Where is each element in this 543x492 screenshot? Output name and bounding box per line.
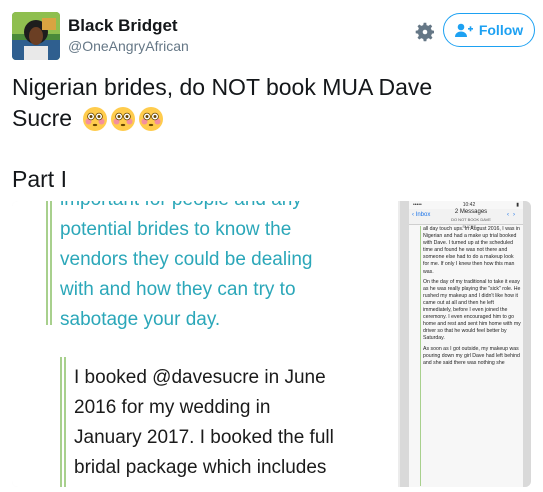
clock-label: 10:42 (462, 202, 476, 208)
media-image-left[interactable]: important for people and any potential b… (12, 201, 398, 487)
emoji-group (82, 106, 164, 132)
quote-line: January 2017. I booked the full (74, 427, 334, 448)
inbox-back-button: ‹ Inbox (412, 212, 431, 218)
email-paragraph: As soon as I got outside, my makeup was … (423, 345, 520, 366)
quote-bar (60, 357, 62, 487)
quote-line: vendors they could be dealing (60, 249, 313, 270)
quote-line: bridal package which includes (74, 457, 327, 478)
nav-arrows-icon: ‹› (507, 212, 519, 218)
tweet-line-1: Nigerian brides, do NOT book MUA Dave (12, 74, 433, 100)
quote-bar (420, 226, 421, 486)
quote-line: I booked @davesucre in June (74, 367, 326, 388)
quote-block-dark: I booked @davesucre in June 2016 for my … (74, 363, 394, 483)
avatar[interactable] (12, 12, 60, 60)
quote-bar (50, 201, 52, 325)
user-handle[interactable]: @OneAngryAfrican (68, 38, 189, 54)
tweet-line-2: Sucre (12, 103, 531, 134)
status-bar: ••••• 10:42 ▮ (409, 202, 523, 208)
quote-line: potential brides to know the (60, 219, 292, 240)
quote-line: with and how they can try to (60, 279, 296, 300)
display-name[interactable]: Black Bridget (68, 16, 178, 36)
mail-nav-bar: ‹ Inbox 2 Messages DO NOT BOOK DAVE SUCR… (409, 209, 523, 229)
email-paragraph: On the day of my traditional to take it … (423, 278, 521, 342)
tweet-header: Black Bridget @OneAngryAfrican Follow (12, 12, 535, 64)
email-paragraph: all day touch ups. In August 2016, I was… (423, 226, 520, 275)
media-grid: important for people and any potential b… (12, 201, 531, 487)
quote-line: sabotage your day. (60, 309, 221, 330)
carrier-label: ••••• (413, 202, 422, 208)
add-user-icon (454, 23, 473, 37)
gear-icon[interactable] (413, 20, 437, 44)
phone-screenshot: ••••• 10:42 ▮ ‹ Inbox 2 Messages DO NOT … (409, 201, 523, 487)
email-body: all day touch ups. In August 2016, I was… (423, 226, 521, 370)
quote-line: important for people and any (60, 201, 390, 215)
tweet-part-label: Part I (12, 166, 67, 192)
battery-icon: ▮ (516, 202, 519, 208)
follow-label: Follow (478, 22, 524, 38)
messages-title-text: 2 Messages (454, 209, 488, 215)
quote-bar (64, 357, 66, 487)
follow-button[interactable]: Follow (443, 13, 535, 47)
flushed-face-emoji (111, 107, 136, 131)
quote-bar (46, 201, 48, 325)
tweet-line-2-text: Sucre (12, 105, 73, 131)
quote-block-teal: important for people and any potential b… (60, 201, 390, 335)
flushed-face-emoji (83, 107, 108, 131)
tweet-text: Nigerian brides, do NOT book MUA Dave Su… (12, 72, 531, 134)
media-image-right[interactable]: ••••• 10:42 ▮ ‹ Inbox 2 Messages DO NOT … (400, 201, 531, 487)
quote-line: 2016 for my wedding in (74, 397, 271, 418)
flushed-face-emoji (139, 107, 164, 131)
inbox-label: Inbox (415, 212, 431, 218)
